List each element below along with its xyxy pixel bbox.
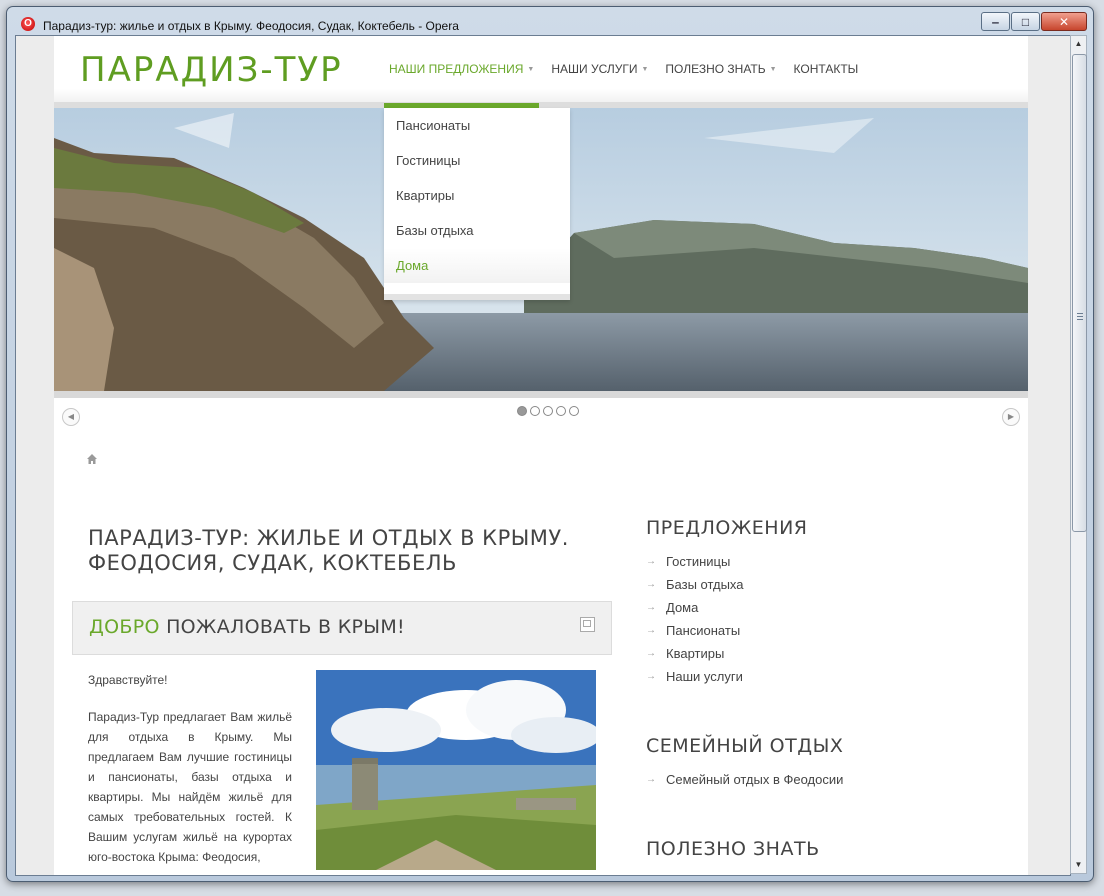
vertical-scrollbar[interactable]: ▲ ▼: [1070, 35, 1087, 874]
welcome-heading: ДОБРО ПОЖАЛОВАТЬ В КРЫМ!: [89, 616, 405, 638]
dropdown-item-gostinitsy[interactable]: Гостиницы: [384, 143, 570, 178]
close-button[interactable]: ✕: [1041, 12, 1087, 31]
slider-prev-button[interactable]: ◀: [62, 408, 80, 426]
arrow-right-icon: →: [646, 625, 656, 636]
sidebar-item-label: Наши услуги: [666, 669, 743, 684]
chevron-left-icon: ◀: [67, 412, 75, 421]
dropdown-item-bazy-otdyha[interactable]: Базы отдыха: [384, 213, 570, 248]
slider-dot[interactable]: [569, 406, 579, 416]
slider-divider: [54, 391, 1028, 398]
slider-dot[interactable]: [543, 406, 553, 416]
main-nav: НАШИ ПРЕДЛОЖЕНИЯ ▼ НАШИ УСЛУГИ ▼ ПОЛЕЗНО З…: [384, 36, 870, 108]
browser-window: O Парадиз-тур: жилье и отдых в Крыму. Фе…: [6, 6, 1094, 882]
chevron-right-icon: ▶: [1007, 412, 1015, 421]
slider-controls: ◀ ▶: [54, 398, 1028, 434]
sidebar-item[interactable]: → Дома: [646, 596, 744, 619]
nav-item-label: КОНТАКТЫ: [793, 62, 859, 76]
welcome-module: ДОБРО ПОЖАЛОВАТЬ В КРЫМ!: [72, 601, 612, 655]
slider-dot[interactable]: [517, 406, 527, 416]
page-viewport: ПАРАДИЗ-ТУР НАШИ ПРЕДЛОЖЕНИЯ ▼ НАШИ УСЛУГ…: [15, 35, 1071, 876]
page-title: ПАРАДИЗ-ТУР: ЖИЛЬЕ И ОТДЫХ В КРЫМУ. ФЕОД…: [88, 526, 569, 575]
site-logo[interactable]: ПАРАДИЗ-ТУР: [80, 50, 343, 90]
slider-dot[interactable]: [530, 406, 540, 416]
nav-item-label: ПОЛЕЗНО ЗНАТЬ: [665, 62, 766, 76]
dropdown-item-kvartiry[interactable]: Квартиры: [384, 178, 570, 213]
sidebar-heading-family: СЕМЕЙНЫЙ ОТДЫХ: [646, 735, 844, 757]
nav-item-label: НАШИ УСЛУГИ: [551, 62, 638, 76]
welcome-rest: ПОЖАЛОВАТЬ В КРЫМ!: [159, 616, 405, 638]
scroll-up-icon[interactable]: ▲: [1071, 36, 1086, 52]
sidebar-heading-useful: ПОЛЕЗНО ЗНАТЬ: [646, 838, 820, 860]
sidebar-list-family: → Семейный отдых в Феодосии: [646, 768, 843, 791]
arrow-right-icon: →: [646, 602, 656, 613]
nav-item-contacts[interactable]: КОНТАКТЫ: [789, 36, 864, 102]
maximize-icon: □: [1021, 14, 1030, 29]
sidebar-list-offers: → Гостиницы → Базы отдыха → Дома → Пансионат…: [646, 550, 744, 688]
nav-item-label: НАШИ ПРЕДЛОЖЕНИЯ: [389, 62, 524, 76]
maximize-button[interactable]: □: [1011, 12, 1040, 31]
scroll-down-icon[interactable]: ▼: [1071, 857, 1086, 873]
welcome-accent: ДОБРО: [89, 616, 160, 638]
sidebar-item-label: Квартиры: [666, 646, 725, 661]
sidebar-item[interactable]: → Квартиры: [646, 642, 744, 665]
sidebar-item-label: Семейный отдых в Феодосии: [666, 772, 844, 787]
slider-dot[interactable]: [556, 406, 566, 416]
sidebar-item[interactable]: → Гостиницы: [646, 550, 744, 573]
opera-icon: O: [21, 17, 35, 31]
article-paragraph: Здравствуйте!: [88, 673, 168, 687]
slider-pagination: [517, 406, 582, 416]
slider-next-button[interactable]: ▶: [1002, 408, 1020, 426]
sidebar-item-label: Пансионаты: [666, 623, 741, 638]
fortress-illustration: [316, 670, 596, 870]
grip-icon: [1077, 313, 1083, 322]
arrow-right-icon: →: [646, 648, 656, 659]
article-body: Здравствуйте! Парадиз-Тур предлагает Вам…: [88, 670, 292, 875]
nav-item-offers[interactable]: НАШИ ПРЕДЛОЖЕНИЯ ▼: [384, 36, 540, 108]
sidebar-item[interactable]: → Наши услуги: [646, 665, 744, 688]
scrollbar-thumb[interactable]: [1072, 54, 1087, 532]
minimize-button[interactable]: ‒: [981, 12, 1010, 31]
title-bar[interactable]: O Парадиз-тур: жилье и отдых в Крыму. Фе…: [7, 7, 1093, 37]
caret-down-icon: ▼: [769, 65, 777, 73]
window-title: Парадиз-тур: жилье и отдых в Крыму. Феод…: [43, 19, 459, 33]
site-header: ПАРАДИЗ-ТУР НАШИ ПРЕДЛОЖЕНИЯ ▼ НАШИ УСЛУГ…: [54, 36, 1028, 108]
arrow-right-icon: →: [646, 579, 656, 590]
sidebar-item-label: Базы отдыха: [666, 577, 744, 592]
caret-down-icon: ▼: [527, 65, 535, 73]
caret-down-icon: ▼: [641, 65, 649, 73]
article-paragraph: Парадиз-Тур предлагает Вам жильё для отд…: [88, 710, 292, 864]
sidebar-item-label: Дома: [666, 600, 699, 615]
home-icon[interactable]: [86, 453, 98, 465]
module-toggle-icon[interactable]: [580, 617, 595, 632]
web-page: ПАРАДИЗ-ТУР НАШИ ПРЕДЛОЖЕНИЯ ▼ НАШИ УСЛУГ…: [54, 36, 1028, 875]
sidebar-heading-offers: ПРЕДЛОЖЕНИЯ: [646, 517, 808, 539]
arrow-right-icon: →: [646, 774, 656, 785]
sidebar-item[interactable]: → Базы отдыха: [646, 573, 744, 596]
sidebar-item-label: Гостиницы: [666, 554, 731, 569]
nav-item-services[interactable]: НАШИ УСЛУГИ ▼: [546, 36, 653, 102]
dropdown-item-doma[interactable]: Дома: [384, 248, 570, 283]
arrow-right-icon: →: [646, 556, 656, 567]
dropdown-item-pansionaty[interactable]: Пансионаты: [384, 108, 570, 143]
sidebar-item[interactable]: → Семейный отдых в Феодосии: [646, 768, 843, 791]
article-photo-fortress: [316, 670, 596, 870]
minimize-icon: ‒: [992, 14, 999, 29]
close-icon: ✕: [1058, 14, 1070, 29]
nav-item-useful[interactable]: ПОЛЕЗНО ЗНАТЬ ▼: [660, 36, 781, 102]
sidebar-item[interactable]: → Пансионаты: [646, 619, 744, 642]
arrow-right-icon: →: [646, 671, 656, 682]
offers-dropdown-menu: Пансионаты Гостиницы Квартиры Базы отдых…: [384, 108, 570, 300]
